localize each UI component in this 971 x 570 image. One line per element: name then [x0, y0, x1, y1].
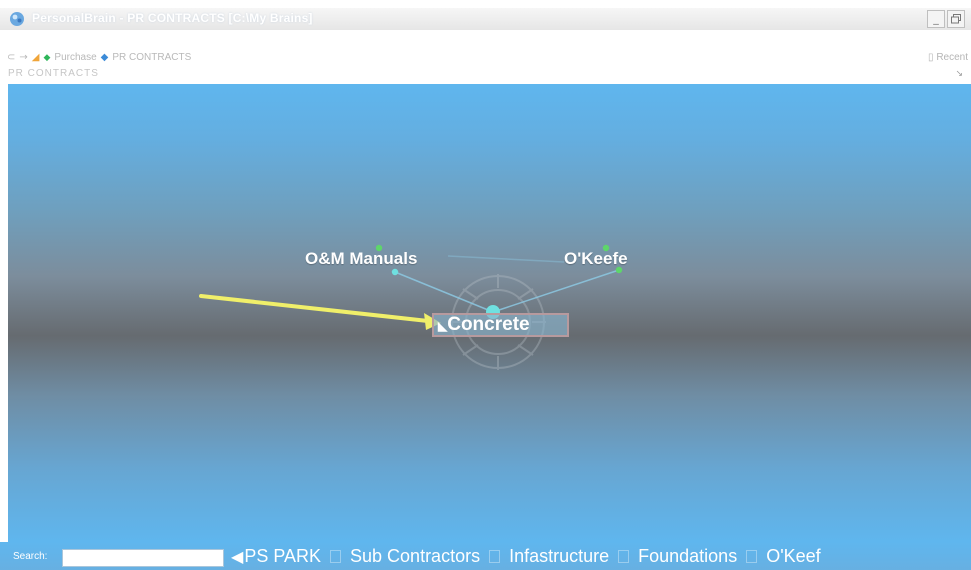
pin-okeefe[interactable]: O'Keef [766, 546, 820, 567]
pin-ps-park[interactable]: PS PARK [244, 546, 321, 567]
navigation-history: ⊂ → ◢ ◆ Purchase ◆ PR CONTRACTS [7, 52, 191, 63]
recent-button[interactable]: ▯ Recent [928, 52, 968, 63]
central-thought-concrete[interactable]: ◣Concrete [432, 313, 569, 337]
plex-canvas[interactable]: O&M Manuals O'Keefe ◣Concrete [8, 84, 971, 542]
restore-icon [951, 14, 961, 24]
pin-sub-contractors[interactable]: Sub Contractors [350, 546, 480, 567]
bottom-bar: Search: ◀ PS PARK Sub Contractors Infast… [0, 542, 971, 570]
restore-button[interactable] [947, 10, 965, 28]
window-title: PersonalBrain - PR CONTRACTS [C:\My Brai… [32, 11, 313, 25]
brain-logo-icon [10, 12, 24, 26]
recent-label: Recent [936, 52, 968, 63]
purchase-dot-icon: ◆ [43, 52, 51, 62]
central-thought-icon: ◣ [438, 319, 448, 333]
pin-foundations[interactable]: Foundations [638, 546, 737, 567]
search-input[interactable] [62, 549, 224, 567]
resize-grip-icon[interactable]: ↘ [955, 68, 963, 79]
thought-om-manuals-label: O&M Manuals [305, 249, 418, 268]
nav-item-purchase[interactable]: Purchase [54, 52, 96, 63]
thought-okeefe[interactable]: O'Keefe [564, 249, 628, 269]
pin-separator [489, 550, 501, 563]
link-okeefe [492, 269, 620, 313]
minimize-button[interactable]: _ [927, 10, 945, 28]
thought-om-manuals[interactable]: O&M Manuals [305, 249, 417, 269]
pin-separator [618, 550, 630, 563]
pin-separator [330, 550, 342, 563]
nav-item-pr-contracts[interactable]: PR CONTRACTS [112, 52, 191, 63]
recent-icon: ▯ [928, 52, 934, 63]
forward-icon[interactable]: → [19, 52, 27, 63]
toolbar: ⊂ → ◢ ◆ Purchase ◆ PR CONTRACTS PR CONTR… [0, 30, 971, 84]
back-icon[interactable]: ⊂ [7, 52, 15, 63]
link-om-manuals [394, 271, 494, 313]
pins-scroll-left-icon[interactable]: ◀ [231, 547, 243, 567]
pin-infastructure[interactable]: Infastructure [509, 546, 609, 567]
plex-dot-icon: ◆ [100, 52, 109, 63]
central-thought-label: Concrete [447, 314, 530, 335]
search-label: Search: [13, 551, 48, 562]
node-dot-om-lower [391, 268, 399, 276]
home-icon[interactable]: ◢ [32, 52, 40, 63]
pin-separator [746, 550, 758, 563]
annotation-arrow [199, 294, 441, 330]
thought-okeefe-label: O'Keefe [564, 249, 628, 268]
plex-title: PR CONTRACTS [8, 68, 99, 79]
link-om-okeefe [447, 255, 565, 263]
title-bar: PersonalBrain - PR CONTRACTS [C:\My Brai… [0, 8, 971, 30]
pins-bar: ◀ PS PARK Sub Contractors Infastructure … [231, 546, 821, 567]
